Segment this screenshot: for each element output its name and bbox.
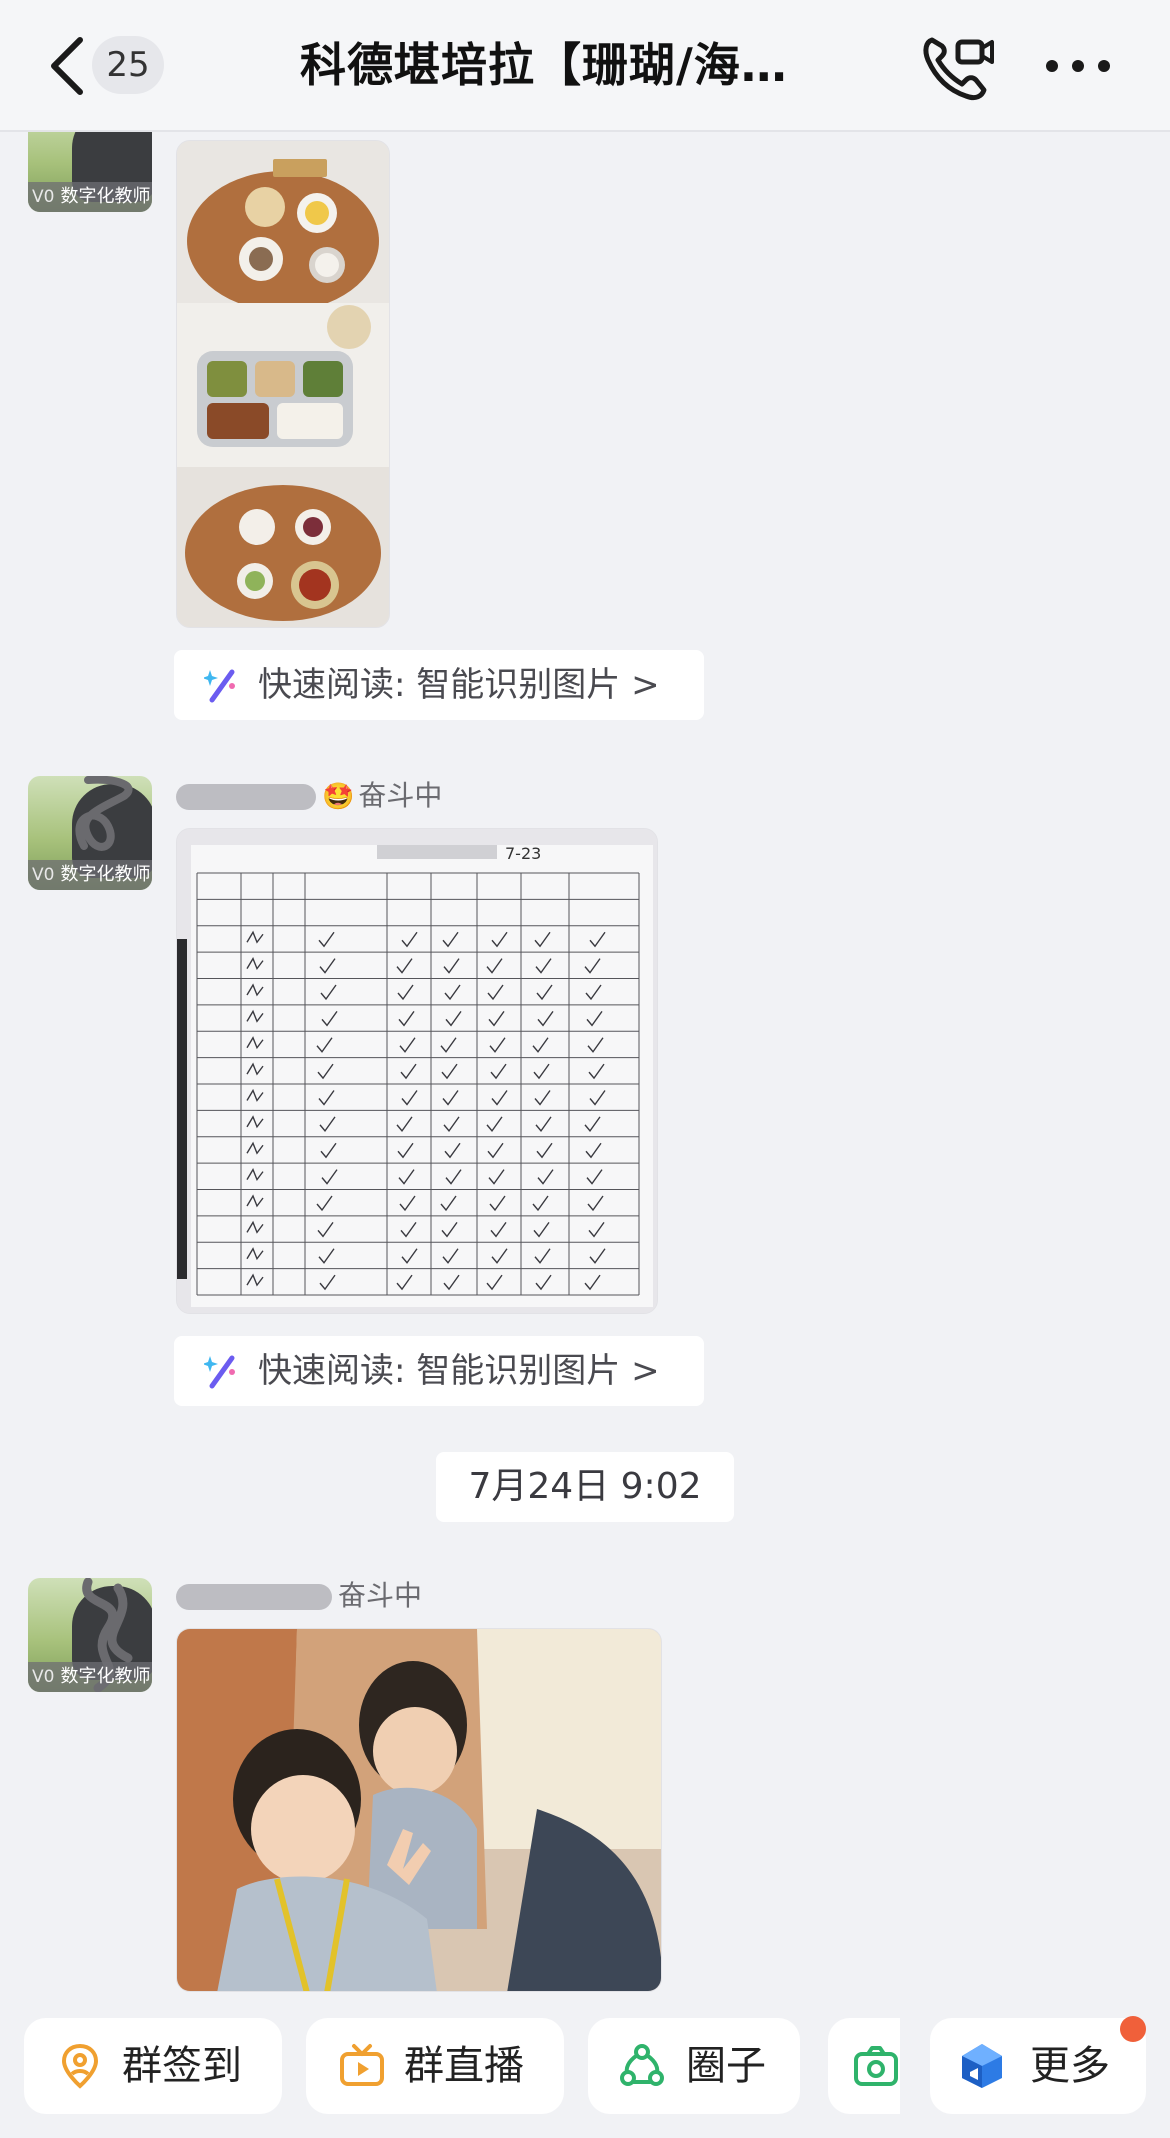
sender-status: 奋斗中 (358, 779, 443, 812)
tag-label: 数字化教师 (60, 1666, 151, 1687)
group-checkin-button[interactable]: 群签到 (24, 2018, 282, 2114)
circle-button[interactable]: 圈子 (588, 2018, 800, 2114)
tag-level: V0 (32, 187, 55, 207)
sender-name: 🤩 奋斗中 (176, 776, 442, 816)
meal-photo-collage[interactable] (176, 140, 390, 628)
children-photo-image (177, 1629, 661, 1991)
tv-live-icon (340, 2044, 384, 2086)
daily-record-sheet-photo[interactable]: 7-23 (176, 828, 658, 1314)
camera-icon (854, 2046, 898, 2086)
quick-read-button[interactable]: 快速阅读: 智能识别图片 > (174, 650, 704, 720)
tag-level: V0 (32, 1667, 55, 1687)
meal-collage-image (177, 141, 389, 627)
redacted-name (176, 1584, 332, 1610)
sender-avatar[interactable]: V0 数字化教师 (28, 776, 152, 890)
tool-label: 更多 (1030, 2043, 1110, 2089)
teacher-tag: V0 数字化教师 (28, 1662, 152, 1692)
tool-label: 圈子 (686, 2043, 766, 2089)
group-live-button[interactable]: 群直播 (306, 2018, 564, 2114)
status-emoji: 🤩 (322, 782, 355, 812)
unread-count-badge[interactable]: 25 (92, 36, 164, 94)
tool-label: 群签到 (122, 2043, 242, 2089)
redacted-name (176, 784, 316, 810)
quick-read-label: 快速阅读: 智能识别图片 > (258, 1351, 660, 1391)
teacher-tag: V0 数字化教师 (28, 182, 152, 212)
chat-screen: 25 科德堪培拉【珊瑚/海… V0 数字化教师 快速阅读: 智能识别图片 > V… (0, 0, 1170, 2138)
magic-wand-icon (204, 669, 235, 703)
tool-label: 群直播 (404, 2043, 524, 2089)
teacher-tag: V0 数字化教师 (28, 860, 152, 890)
tag-label: 数字化教师 (60, 186, 151, 207)
magic-wand-icon (204, 1355, 235, 1389)
children-photo[interactable] (176, 1628, 662, 1992)
message-timestamp: 7月24日 9:02 (436, 1452, 734, 1522)
location-pin-icon (61, 2043, 99, 2089)
more-options-icon[interactable] (1042, 46, 1114, 86)
sender-name: 奋斗中 (176, 1576, 422, 1616)
notification-dot (1120, 2016, 1146, 2042)
quick-read-button[interactable]: 快速阅读: 智能识别图片 > (174, 1336, 704, 1406)
circle-share-icon (620, 2044, 664, 2086)
chat-title[interactable]: 科德堪培拉【珊瑚/海… (300, 32, 860, 98)
quick-read-label: 快速阅读: 智能识别图片 > (258, 665, 660, 705)
cube-icon (962, 2044, 1002, 2088)
tag-label: 数字化教师 (60, 864, 151, 885)
tag-level: V0 (32, 865, 55, 885)
sender-avatar[interactable]: V0 数字化教师 (28, 1578, 152, 1692)
record-sheet-image: 7-23 (177, 829, 657, 1313)
video-call-icon[interactable] (918, 30, 996, 102)
chat-header: 25 科德堪培拉【珊瑚/海… (0, 0, 1170, 132)
sender-status: 奋斗中 (338, 1579, 423, 1612)
sheet-date: 7-23 (505, 844, 541, 863)
more-tools-button[interactable]: 更多 (930, 2018, 1146, 2114)
camera-button[interactable] (828, 2018, 900, 2114)
back-arrow-icon[interactable] (44, 34, 94, 98)
